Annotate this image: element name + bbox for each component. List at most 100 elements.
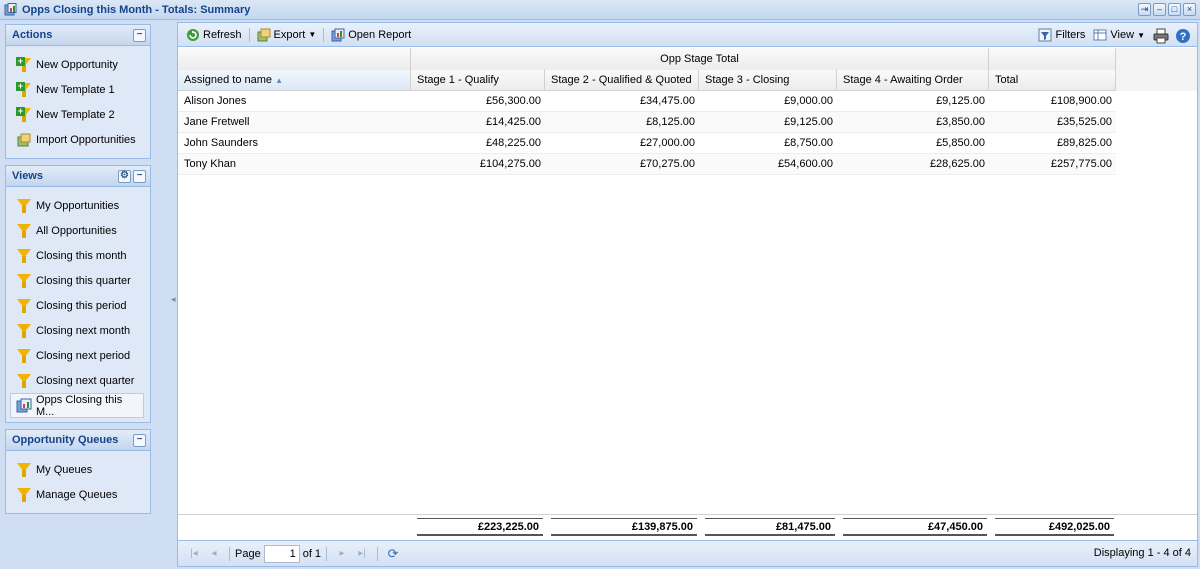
refresh-button[interactable]: Refresh <box>182 25 246 45</box>
prev-page-icon[interactable]: ◂ <box>206 546 222 562</box>
report-icon <box>4 3 17 16</box>
close-icon[interactable]: × <box>1183 3 1196 16</box>
table-row[interactable]: Tony Khan £104,275.00 £70,275.00 £54,600… <box>178 154 1116 175</box>
new-template-icon: + <box>16 81 32 98</box>
sidebar-splitter[interactable]: ◂ <box>170 24 177 569</box>
view-item[interactable]: Closing next month <box>6 318 150 343</box>
sort-asc-icon: ▲ <box>275 76 283 85</box>
view-item[interactable]: Closing this quarter <box>6 268 150 293</box>
toolbar-separator <box>323 27 325 42</box>
column-header-label: Assigned to name <box>184 74 273 86</box>
queue-item-manage-queues[interactable]: Manage Queues <box>6 482 150 507</box>
view-label: Closing this period <box>36 299 127 312</box>
funnel-icon <box>16 223 32 239</box>
view-item[interactable]: Closing next period <box>6 343 150 368</box>
next-page-icon[interactable]: ▸ <box>334 546 350 562</box>
import-icon <box>16 132 32 148</box>
column-header-stage-3[interactable]: Stage 3 - Closing <box>699 70 837 91</box>
collapse-icon[interactable]: − <box>133 170 146 183</box>
grid-totals-row: £223,225.00 £139,875.00 £81,475.00 £47,4… <box>178 514 1197 538</box>
chevron-down-icon: ▼ <box>1137 30 1145 40</box>
table-row[interactable]: Jane Fretwell £14,425.00 £8,125.00 £9,12… <box>178 112 1116 133</box>
views-panel-header[interactable]: Views ⚙ − <box>6 166 150 187</box>
column-header-stage-4[interactable]: Stage 4 - Awaiting Order <box>837 70 989 91</box>
cell-stage-4: £28,625.00 <box>929 158 985 170</box>
grid-view-icon <box>1093 28 1107 42</box>
funnel-icon <box>16 198 32 214</box>
action-import-opportunities[interactable]: Import Opportunities <box>6 127 150 152</box>
cell-total: £89,825.00 <box>1056 137 1112 149</box>
cell-total: £257,775.00 <box>1050 158 1112 170</box>
minimize-icon[interactable]: – <box>1153 3 1166 16</box>
funnel-icon <box>16 273 32 289</box>
funnel-icon <box>16 373 32 389</box>
funnel-icon <box>16 487 32 503</box>
cell-name: Jane Fretwell <box>184 116 250 128</box>
collapse-icon[interactable]: − <box>133 434 146 447</box>
report-icon <box>331 28 345 42</box>
view-label: Opps Closing this M... <box>36 393 123 418</box>
action-new-template-2[interactable]: + New Template 2 <box>6 102 150 127</box>
maximize-icon[interactable]: □ <box>1168 3 1181 16</box>
cell-total: £108,900.00 <box>1050 95 1112 107</box>
view-item[interactable]: My Opportunities <box>6 193 150 218</box>
export-button[interactable]: Export ▼ <box>253 25 321 45</box>
cell-stage-3: £9,000.00 <box>784 95 833 107</box>
action-label: Import Opportunities <box>36 133 136 146</box>
action-label: New Opportunity <box>36 58 118 71</box>
view-item[interactable]: All Opportunities <box>6 218 150 243</box>
help-icon: ? <box>1175 28 1190 43</box>
restore-icon[interactable]: ⇥ <box>1138 3 1151 16</box>
help-button[interactable]: ? <box>1171 25 1193 45</box>
cell-stage-3: £54,600.00 <box>777 158 833 170</box>
cell-stage-3: £9,125.00 <box>784 116 833 128</box>
refresh-icon[interactable]: ⟳ <box>385 546 401 562</box>
total-stage-1: £223,225.00 <box>417 518 543 536</box>
queue-item-my-queues[interactable]: My Queues <box>6 457 150 482</box>
view-label: Closing this month <box>36 249 127 262</box>
view-item[interactable]: Closing this period <box>6 293 150 318</box>
cell-stage-1: £14,425.00 <box>485 116 541 128</box>
action-new-template-1[interactable]: + New Template 1 <box>6 77 150 102</box>
funnel-icon <box>16 323 32 339</box>
open-report-button[interactable]: Open Report <box>327 25 415 45</box>
table-row[interactable]: Alison Jones £56,300.00 £34,475.00 £9,00… <box>178 91 1116 112</box>
group-header-opp-stage-total: Opp Stage Total <box>411 48 989 70</box>
column-header-assigned-to[interactable]: Assigned to name ▲ <box>178 70 411 91</box>
funnel-icon <box>16 462 32 478</box>
view-label: All Opportunities <box>36 224 117 237</box>
queues-panel-header[interactable]: Opportunity Queues − <box>6 430 150 451</box>
collapse-icon[interactable]: − <box>133 29 146 42</box>
column-header-stage-1[interactable]: Stage 1 - Qualify <box>411 70 545 91</box>
action-label: New Template 2 <box>36 108 115 121</box>
chevron-down-icon: ▼ <box>308 30 317 39</box>
view-item[interactable]: Closing this month <box>6 243 150 268</box>
actions-panel-header[interactable]: Actions − <box>6 25 150 46</box>
group-header-spacer <box>989 48 1116 70</box>
column-header-total[interactable]: Total <box>989 70 1116 91</box>
grid-header: Opp Stage Total Assigned to name ▲ Stage … <box>178 48 1197 91</box>
cell-stage-1: £104,275.00 <box>479 158 541 170</box>
page-number-input[interactable]: 1 <box>263 544 300 563</box>
filter-icon <box>1038 28 1052 42</box>
cell-stage-2: £34,475.00 <box>639 95 695 107</box>
action-new-opportunity[interactable]: + New Opportunity <box>6 52 150 77</box>
last-page-icon[interactable]: ▸| <box>354 546 370 562</box>
actions-panel: Actions − + New Opportunity + New Templa… <box>5 24 151 159</box>
total-stage-3: £81,475.00 <box>705 518 835 536</box>
cell-name: Tony Khan <box>184 158 236 170</box>
print-button[interactable] <box>1149 25 1171 45</box>
view-button[interactable]: View ▼ <box>1089 25 1149 45</box>
collapse-arrow-icon[interactable]: ◂ <box>171 294 176 305</box>
view-item-selected[interactable]: Opps Closing this M... <box>10 393 144 418</box>
first-page-icon[interactable]: |◂ <box>186 546 202 562</box>
view-item[interactable]: Closing next quarter <box>6 368 150 393</box>
cell-stage-2: £27,000.00 <box>639 137 695 149</box>
filters-button[interactable]: Filters <box>1034 25 1089 45</box>
view-label: View <box>1110 29 1135 41</box>
table-row[interactable]: John Saunders £48,225.00 £27,000.00 £8,7… <box>178 133 1116 154</box>
column-header-stage-2[interactable]: Stage 2 - Qualified & Quoted <box>545 70 699 91</box>
gear-icon[interactable]: ⚙ <box>118 170 131 183</box>
grid-toolbar: Refresh Export ▼ Open Report Filters Vie… <box>178 23 1197 47</box>
cell-total: £35,525.00 <box>1056 116 1112 128</box>
